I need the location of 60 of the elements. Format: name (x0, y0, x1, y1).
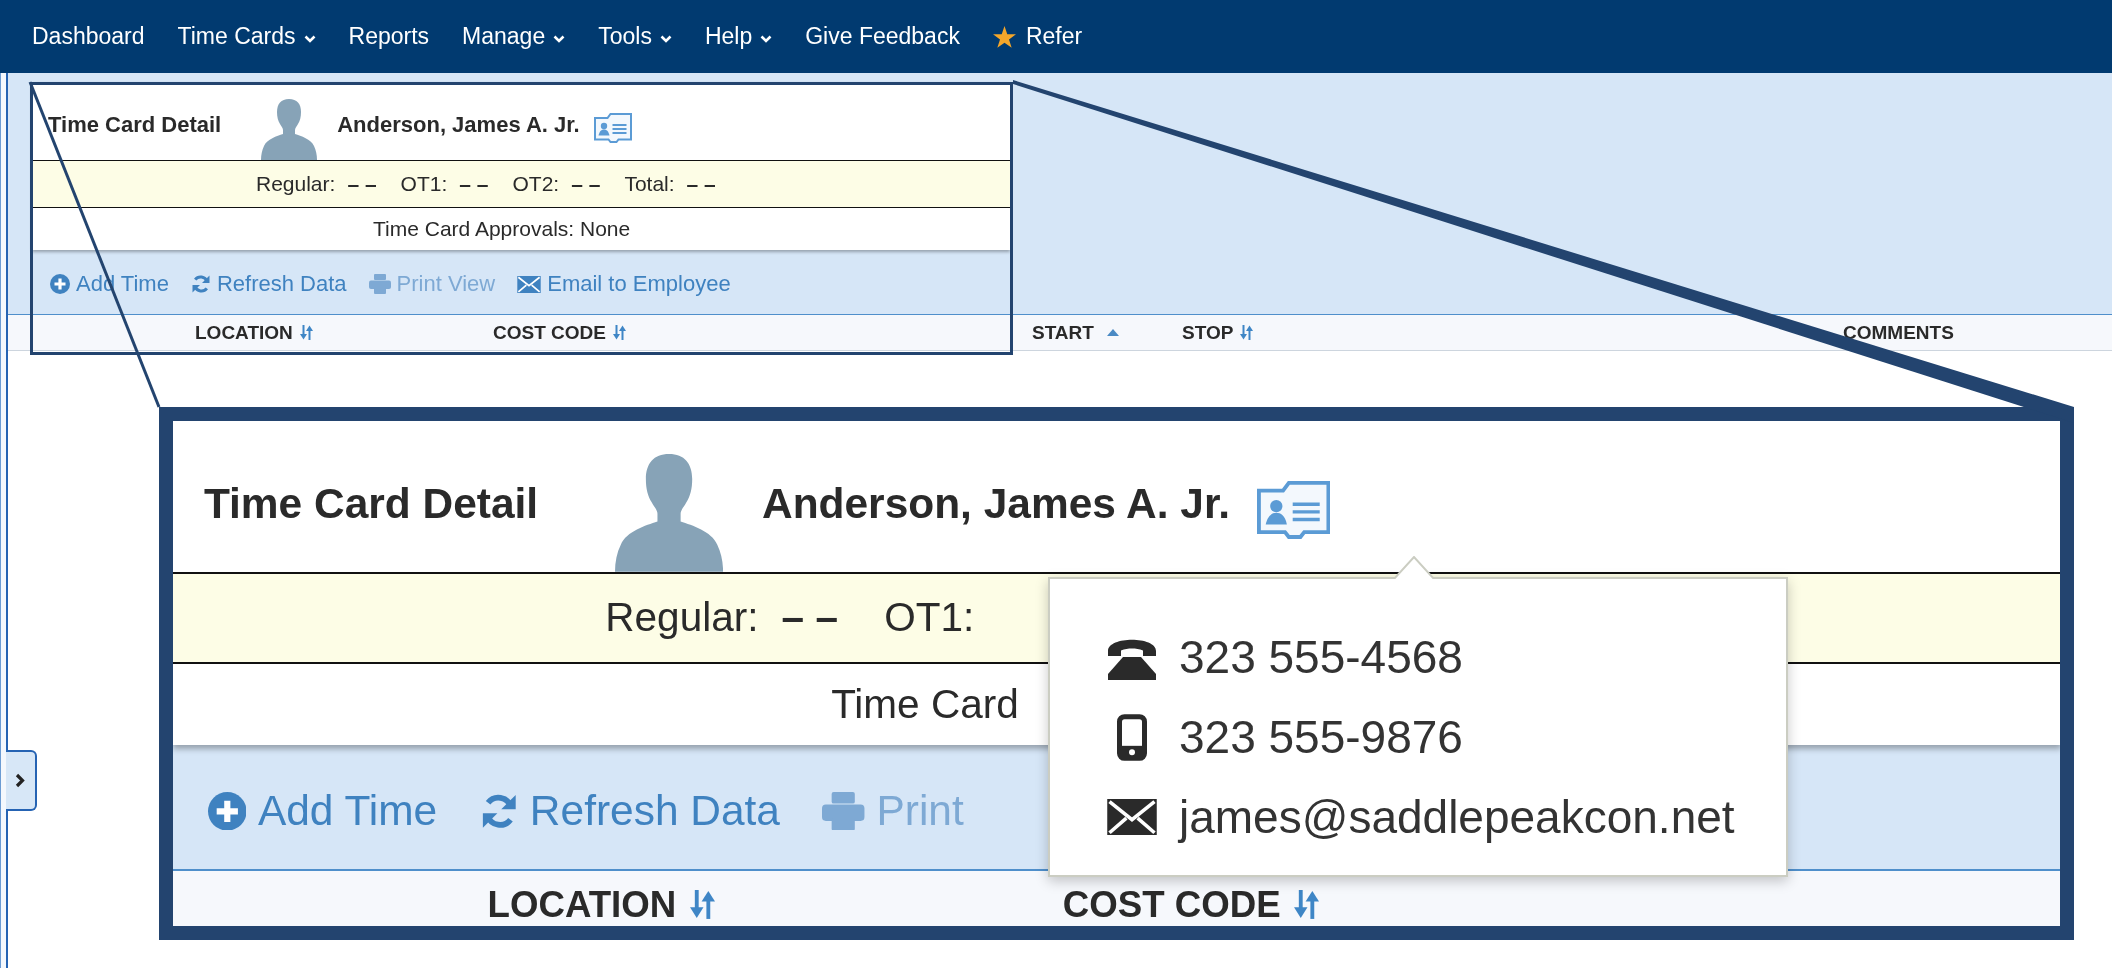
nav-menu-item[interactable]: Tools (598, 23, 672, 50)
nav-menu-item[interactable]: Help (704, 23, 773, 50)
column-header[interactable]: START (1032, 323, 1119, 342)
column-header[interactable]: STOP (1182, 323, 1254, 342)
plus-circle-icon (207, 791, 247, 831)
sort-arrows-icon (1240, 325, 1254, 340)
nav-menu-item[interactable]: Dashboard (32, 23, 145, 50)
printer-icon (368, 274, 391, 294)
totals-label: OT2: (512, 172, 560, 196)
sort-arrows-icon (1294, 890, 1320, 920)
nav-menu-item[interactable]: Give Feedback (805, 23, 960, 50)
column-header[interactable]: LOCATION (487, 886, 715, 924)
totals-value: – – (686, 172, 716, 196)
totals-value: – – (571, 172, 601, 196)
column-header[interactable]: LOCATION (195, 323, 313, 342)
email-address[interactable]: james@saddlepeakcon.net (1179, 790, 1735, 844)
nav-menu-item[interactable]: Manage (462, 23, 566, 50)
caret-down-icon (553, 34, 566, 43)
sort-ascending-icon (1106, 329, 1119, 336)
phone-number: 323 555-4568 (1179, 630, 1463, 684)
sort-arrows-icon (689, 890, 715, 920)
envelope-icon (517, 275, 542, 293)
printer-icon (822, 791, 865, 831)
employee-name: Anderson, James A. Jr. (337, 112, 580, 138)
star-icon (992, 25, 1016, 48)
mobile-number: 323 555-9876 (1179, 710, 1463, 764)
approvals-text: Time Card (831, 681, 1019, 729)
sort-arrows-icon (612, 325, 626, 340)
avatar-icon (615, 451, 724, 572)
totals-label: OT1: (884, 594, 975, 642)
sidebar-toggle-button[interactable] (6, 750, 37, 811)
refresh-icon (190, 274, 211, 294)
mobile-phone-icon (1117, 713, 1147, 761)
totals-label: Regular: (605, 594, 759, 642)
envelope-icon (1107, 799, 1157, 835)
nav-menu-item[interactable]: Reports (348, 23, 430, 50)
caret-down-icon (760, 34, 773, 43)
chevron-right-icon (15, 773, 26, 788)
caret-down-icon (659, 34, 672, 43)
page-title: Time Card Detail (203, 480, 539, 528)
contact-card-icon[interactable] (1256, 480, 1331, 539)
totals-label: Regular: (256, 172, 336, 196)
approvals-text: Time Card Approvals: None (373, 217, 631, 241)
caret-down-icon (303, 34, 316, 43)
plus-circle-icon (50, 274, 70, 294)
totals-value: – – (781, 594, 838, 642)
nav-menu-item[interactable]: Time Cards (177, 23, 316, 50)
column-header[interactable]: COST CODE (493, 323, 626, 342)
totals-label: Total: (624, 172, 675, 196)
sort-arrows-icon (299, 325, 313, 340)
contact-card-icon[interactable] (593, 113, 632, 143)
page-title: Time Card Detail (48, 112, 222, 138)
nav-menu-item[interactable]: Refer (992, 23, 1083, 50)
totals-value: – – (459, 172, 489, 196)
employee-name: Anderson, James A. Jr. (762, 480, 1230, 528)
totals-label: OT1: (400, 172, 448, 196)
column-header[interactable]: COST CODE (1062, 886, 1320, 924)
column-header: COMMENTS (1843, 323, 1954, 342)
totals-value: – – (347, 172, 377, 196)
avatar-icon (261, 98, 318, 160)
